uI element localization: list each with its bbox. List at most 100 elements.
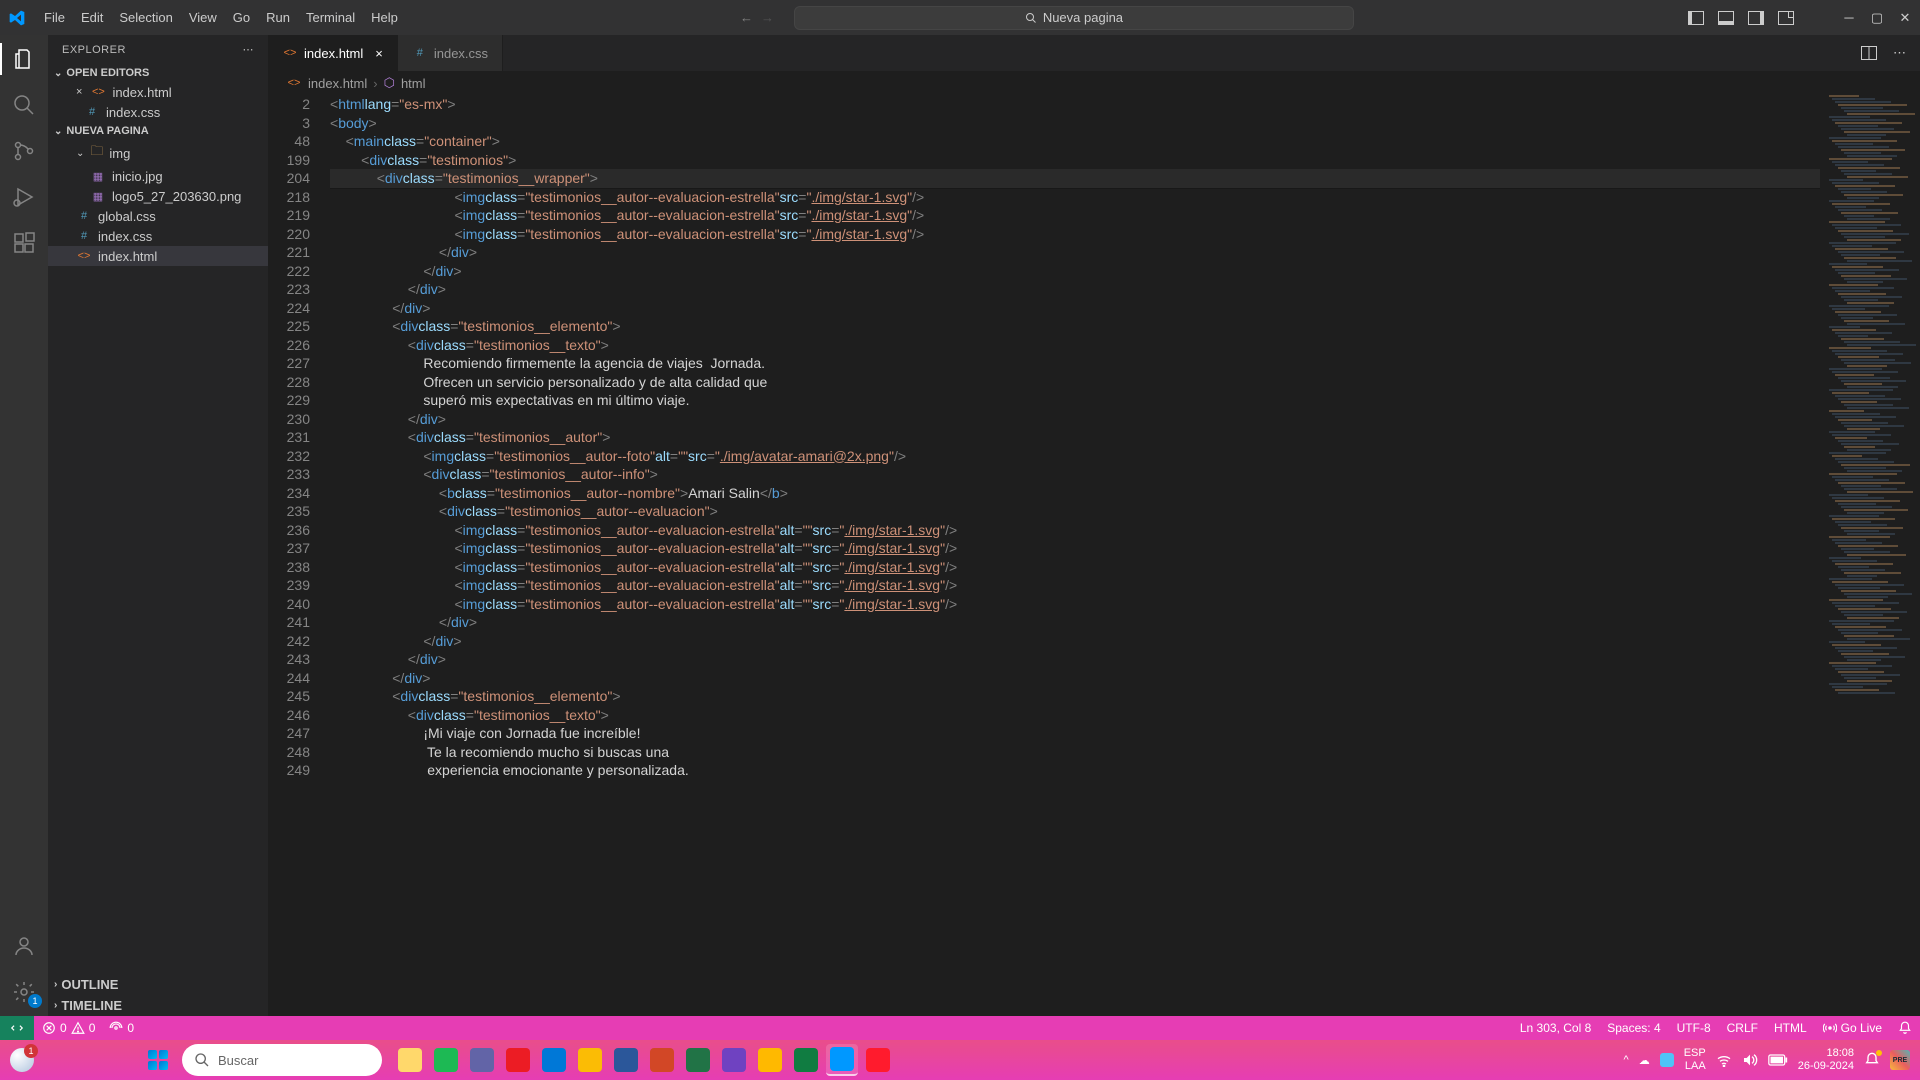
editor-more-icon[interactable]: ⋯ xyxy=(1893,45,1906,61)
folder-item[interactable]: ⌄🗀img xyxy=(48,140,268,166)
main-area: 1 EXPLORER ⋯ ⌄ OPEN EDITORS ×<>index.htm… xyxy=(0,35,1920,1016)
file-item[interactable]: <>index.html xyxy=(48,246,268,266)
menu-selection[interactable]: Selection xyxy=(111,6,180,29)
taskbar-app-chrome[interactable] xyxy=(574,1044,606,1076)
tray-onedrive-icon[interactable]: ☁ xyxy=(1639,1054,1650,1067)
taskbar-app-opera[interactable] xyxy=(862,1044,894,1076)
tray-prettier-icon[interactable]: PRE xyxy=(1890,1050,1910,1070)
tray-app-icon[interactable] xyxy=(1660,1053,1674,1067)
menu-edit[interactable]: Edit xyxy=(73,6,111,29)
status-ports[interactable]: 0 xyxy=(109,1021,134,1035)
file-item[interactable]: ▦inicio.jpg xyxy=(48,166,268,186)
tray-clock[interactable]: 18:08 26-09-2024 xyxy=(1798,1047,1854,1073)
activity-scm-icon[interactable] xyxy=(10,137,38,165)
explorer-more-icon[interactable]: ⋯ xyxy=(243,43,255,56)
minimap[interactable] xyxy=(1820,95,1920,1016)
activity-extensions-icon[interactable] xyxy=(10,229,38,257)
code-editor[interactable]: 2348199204218219220221222223224225226227… xyxy=(268,95,1920,1016)
file-name: index.html xyxy=(112,85,171,100)
breadcrumb[interactable]: <> index.html › ⬡ html xyxy=(268,71,1920,95)
activity-debug-icon[interactable] xyxy=(10,183,38,211)
tray-wifi-icon[interactable] xyxy=(1716,1053,1732,1067)
timeline-header[interactable]: › TIMELINE xyxy=(48,995,268,1016)
layout-right-icon[interactable] xyxy=(1748,11,1764,25)
workspace-header[interactable]: ⌄ NUEVA PAGINA xyxy=(48,122,268,140)
editor-tab[interactable]: <>index.html× xyxy=(268,35,398,71)
status-golive[interactable]: Go Live xyxy=(1823,1021,1882,1035)
nav-back-icon[interactable]: ← xyxy=(740,10,753,25)
tray-volume-icon[interactable] xyxy=(1742,1053,1758,1067)
layout-left-icon[interactable] xyxy=(1688,11,1704,25)
taskbar-app-vscode[interactable] xyxy=(826,1044,858,1076)
taskbar-app-copilot[interactable] xyxy=(718,1044,750,1076)
command-center[interactable]: Nueva pagina xyxy=(794,6,1354,30)
window-minimize-icon[interactable]: ─ xyxy=(1842,11,1856,25)
editor: <>index.html×#index.css ⋯ <> index.html … xyxy=(268,35,1920,1016)
taskbar-app-teams[interactable] xyxy=(466,1044,498,1076)
menu-view[interactable]: View xyxy=(181,6,225,29)
taskbar-app-edge[interactable] xyxy=(538,1044,570,1076)
activity-explorer-icon[interactable] xyxy=(10,45,38,73)
status-problems[interactable]: 0 0 xyxy=(42,1021,95,1035)
tray-chevron-icon[interactable]: ^ xyxy=(1624,1054,1629,1066)
taskbar-search[interactable]: Buscar xyxy=(182,1044,382,1076)
start-button[interactable] xyxy=(142,1044,174,1076)
menu-go[interactable]: Go xyxy=(225,6,258,29)
taskbar-app-explorer[interactable] xyxy=(394,1044,426,1076)
tab-close-icon[interactable]: × xyxy=(375,46,383,61)
file-item[interactable]: #index.css xyxy=(48,226,268,246)
taskbar-weather[interactable]: 1 xyxy=(10,1048,34,1072)
chevron-down-icon: ⌄ xyxy=(76,148,84,159)
taskbar-app-spotify[interactable] xyxy=(430,1044,462,1076)
taskbar-app-excel[interactable] xyxy=(682,1044,714,1076)
css-file-icon: # xyxy=(76,228,92,244)
status-encoding[interactable]: UTF-8 xyxy=(1677,1021,1711,1035)
layout-custom-icon[interactable] xyxy=(1778,11,1794,25)
open-editors-header[interactable]: ⌄ OPEN EDITORS xyxy=(48,64,268,82)
taskbar-app-files[interactable] xyxy=(754,1044,786,1076)
status-eol[interactable]: CRLF xyxy=(1727,1021,1758,1035)
window-maximize-icon[interactable]: ▢ xyxy=(1870,11,1884,25)
spotify-icon xyxy=(434,1048,458,1072)
css-file-icon: # xyxy=(412,45,428,61)
status-spaces[interactable]: Spaces: 4 xyxy=(1607,1021,1660,1035)
open-editor-item[interactable]: #index.css xyxy=(48,102,268,122)
taskbar-app-acrobat[interactable] xyxy=(502,1044,534,1076)
status-bell-icon[interactable] xyxy=(1898,1021,1912,1035)
open-editor-item[interactable]: ×<>index.html xyxy=(48,82,268,102)
tray-battery-icon[interactable] xyxy=(1768,1054,1788,1066)
menu-file[interactable]: File xyxy=(36,6,73,29)
activity-settings-icon[interactable]: 1 xyxy=(10,978,38,1006)
file-item[interactable]: ▦logo5_27_203630.png xyxy=(48,186,268,206)
taskbar-app-word[interactable] xyxy=(610,1044,642,1076)
layout-bottom-icon[interactable] xyxy=(1718,11,1734,25)
copilot-icon xyxy=(722,1048,746,1072)
menu-run[interactable]: Run xyxy=(258,6,298,29)
nav-forward-icon[interactable]: → xyxy=(761,10,774,25)
activity-account-icon[interactable] xyxy=(10,932,38,960)
split-editor-icon[interactable] xyxy=(1861,46,1877,60)
activity-search-icon[interactable] xyxy=(10,91,38,119)
taskbar-app-project[interactable] xyxy=(790,1044,822,1076)
workspace-section: ⌄ NUEVA PAGINA ⌄🗀img▦inicio.jpg▦logo5_27… xyxy=(48,122,268,266)
taskbar-app-powerpoint[interactable] xyxy=(646,1044,678,1076)
workspace-label: NUEVA PAGINA xyxy=(66,125,148,137)
tray-language[interactable]: ESP LAA xyxy=(1684,1047,1706,1073)
tray-notifications-icon[interactable] xyxy=(1864,1052,1880,1068)
file-item[interactable]: #global.css xyxy=(48,206,268,226)
ports-count: 0 xyxy=(127,1021,134,1035)
menu-terminal[interactable]: Terminal xyxy=(298,6,363,29)
remote-indicator[interactable] xyxy=(0,1016,34,1040)
code-content[interactable]: <html lang="es-mx"><body> <main class="c… xyxy=(330,95,1820,1016)
window-close-icon[interactable]: ✕ xyxy=(1898,11,1912,25)
status-cursor[interactable]: Ln 303, Col 8 xyxy=(1520,1021,1591,1035)
chrome-icon xyxy=(578,1048,602,1072)
weather-badge: 1 xyxy=(24,1044,38,1058)
word-icon xyxy=(614,1048,638,1072)
menu-help[interactable]: Help xyxy=(363,6,406,29)
outline-header[interactable]: › OUTLINE xyxy=(48,974,268,995)
close-editor-icon[interactable]: × xyxy=(76,86,82,98)
line-gutter: 2348199204218219220221222223224225226227… xyxy=(268,95,330,1016)
status-language[interactable]: HTML xyxy=(1774,1021,1807,1035)
editor-tab[interactable]: #index.css xyxy=(398,35,503,71)
